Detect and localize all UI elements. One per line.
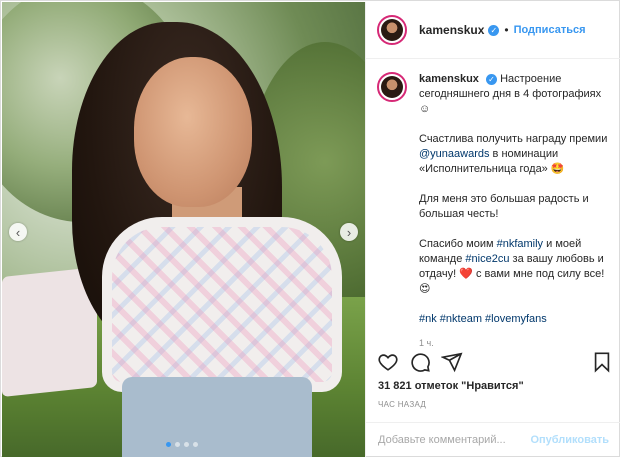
caption-line-2: Счастлива получить награду премии	[419, 133, 608, 145]
comment-bar: Опубликовать	[366, 422, 620, 457]
post-header: kamenskux ✓ • Подписаться	[366, 2, 620, 59]
avatar[interactable]	[377, 15, 407, 45]
hashtags[interactable]: #nk #nkteam #lovemyfans	[419, 313, 547, 325]
verified-icon: ✓	[486, 73, 497, 85]
heart-emoji: ❤️	[459, 268, 473, 280]
post-time: 1 ч.	[419, 338, 434, 348]
avatar[interactable]	[377, 72, 407, 102]
comment-icon[interactable]	[409, 351, 431, 373]
photo-face	[134, 57, 252, 207]
caption: kamenskux ✓ Настроение сегодняшнего дня …	[377, 72, 613, 351]
chevron-right-icon[interactable]: ›	[340, 223, 358, 241]
heart-icon[interactable]	[377, 351, 399, 373]
caption-line-7: с вами мне под силу все!	[475, 268, 605, 280]
photo-shirt	[102, 217, 342, 392]
post-frame: ‹ › kamenskux ✓ • Подписаться kamenskux …	[0, 0, 620, 457]
share-icon[interactable]	[441, 351, 463, 373]
post-age: ЧАС НАЗАД	[378, 400, 427, 409]
bookmark-icon[interactable]	[591, 351, 613, 373]
follow-button[interactable]: Подписаться	[514, 24, 586, 36]
caption-text: kamenskux ✓ Настроение сегодняшнего дня …	[419, 72, 609, 351]
comment-input[interactable]	[378, 434, 525, 446]
action-bar	[377, 351, 613, 375]
header-username[interactable]: kamenskux	[419, 23, 484, 37]
hashtag-link[interactable]: #nkfamily	[497, 238, 543, 250]
hashtag-link[interactable]: #nice2cu	[465, 253, 509, 265]
likes-count[interactable]: 31 821 отметок "Нравится"	[378, 380, 524, 392]
photo-jeans	[122, 377, 312, 457]
verified-icon: ✓	[488, 24, 500, 36]
publish-button[interactable]: Опубликовать	[530, 434, 609, 446]
mention-link[interactable]: @yunaawards	[419, 148, 489, 160]
caption-line-3: Для меня это большая радость и большая ч…	[419, 193, 589, 220]
chevron-left-icon[interactable]: ‹	[9, 223, 27, 241]
carousel-dot	[166, 442, 171, 447]
separator: •	[504, 23, 509, 37]
love-emoji: 😍	[419, 283, 431, 295]
carousel-dots	[166, 442, 198, 447]
carousel-dot	[184, 442, 189, 447]
carousel-dot	[175, 442, 180, 447]
carousel-dot	[193, 442, 198, 447]
post-photo[interactable]: ‹ ›	[2, 2, 365, 457]
caption-username[interactable]: kamenskux	[419, 73, 479, 85]
post-panel: kamenskux ✓ • Подписаться kamenskux ✓ На…	[365, 2, 620, 457]
caption-line-4: Спасибо моим	[419, 238, 494, 250]
